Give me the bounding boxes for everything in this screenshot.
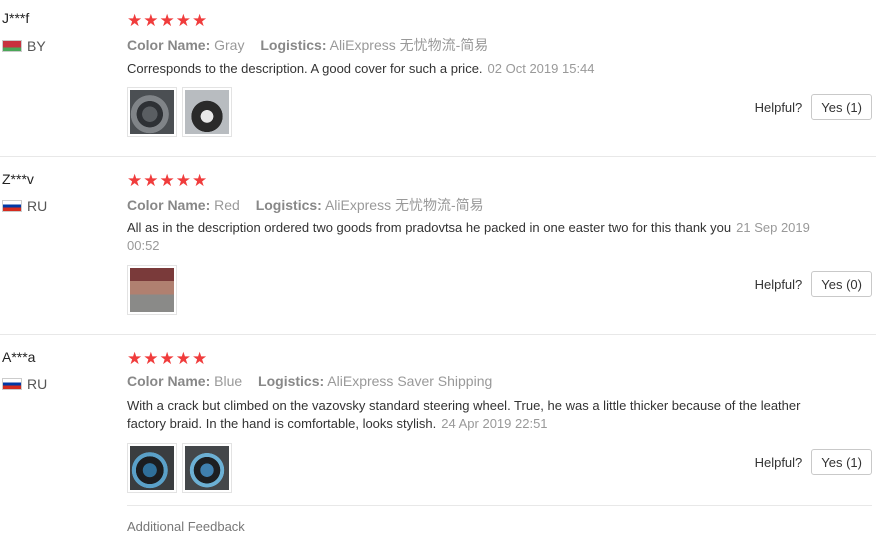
- logistics-label: Logistics:: [255, 197, 322, 213]
- review-photos: [127, 265, 177, 315]
- russia-flag-icon: [2, 200, 22, 212]
- belarus-flag-icon: [2, 40, 22, 52]
- reviewer-country: BY: [2, 38, 46, 54]
- logistics-value: AliExpress Saver Shipping: [327, 373, 493, 389]
- review-item: A***a RU ★★★★★ Color Name: Blue Logistic…: [0, 335, 876, 550]
- reviewer-name: A***a: [2, 349, 36, 365]
- helpful-section: Helpful? Yes (1): [755, 94, 872, 120]
- review-photo-thumbnail[interactable]: [127, 265, 177, 315]
- country-code: RU: [27, 198, 48, 214]
- review-item: J***f BY ★★★★★ Color Name: Gray Logistic…: [0, 0, 876, 157]
- logistics-value: AliExpress 无忧物流-简易: [329, 37, 489, 53]
- review-meta: Color Name: Blue Logistics: AliExpress S…: [127, 373, 504, 389]
- review-body: Corresponds to the description. A good c…: [127, 61, 483, 76]
- review-photo-thumbnail[interactable]: [182, 443, 232, 493]
- review-photos: [127, 87, 232, 137]
- steering-wheel-photo: [130, 446, 174, 490]
- helpful-yes-button[interactable]: Yes (1): [811, 94, 872, 120]
- star-rating: ★★★★★: [127, 171, 209, 190]
- reviewer-name: J***f: [2, 10, 30, 26]
- helpful-section: Helpful? Yes (0): [755, 271, 872, 297]
- additional-feedback-divider: [127, 505, 872, 506]
- logistics-label: Logistics:: [258, 373, 325, 389]
- helpful-section: Helpful? Yes (1): [755, 449, 872, 475]
- country-code: BY: [27, 38, 46, 54]
- review-date: 24 Apr 2019 22:51: [441, 416, 548, 431]
- star-rating: ★★★★★: [127, 11, 209, 30]
- review-meta: Color Name: Gray Logistics: AliExpress 无…: [127, 35, 500, 55]
- review-photo-thumbnail[interactable]: [182, 87, 232, 137]
- review-date: 02 Oct 2019 15:44: [487, 61, 595, 76]
- color-name-value: Red: [214, 197, 240, 213]
- country-code: RU: [27, 376, 48, 392]
- review-photo-thumbnail[interactable]: [127, 443, 177, 493]
- helpful-yes-button[interactable]: Yes (1): [811, 449, 872, 475]
- helpful-label: Helpful?: [754, 99, 803, 115]
- logistics-label: Logistics:: [260, 37, 327, 53]
- reviewer-country: RU: [2, 376, 47, 392]
- star-rating: ★★★★★: [127, 349, 209, 368]
- steering-wheel-photo: [130, 268, 174, 312]
- steering-wheel-photo: [130, 90, 174, 134]
- color-name-label: Color Name:: [127, 37, 211, 53]
- helpful-label: Helpful?: [754, 454, 803, 470]
- reviewer-country: RU: [2, 198, 47, 214]
- steering-wheel-photo: [185, 90, 229, 134]
- color-name-value: Blue: [214, 373, 243, 389]
- review-body: All as in the description ordered two go…: [127, 220, 732, 235]
- russia-flag-icon: [2, 378, 22, 390]
- review-photo-thumbnail[interactable]: [127, 87, 177, 137]
- color-name-label: Color Name:: [127, 373, 211, 389]
- review-item: Z***v RU ★★★★★ Color Name: Red Logistics…: [0, 157, 876, 335]
- review-photos: [127, 443, 232, 493]
- review-text: All as in the description ordered two go…: [127, 219, 827, 255]
- color-name-value: Gray: [214, 37, 245, 53]
- review-meta: Color Name: Red Logistics: AliExpress 无忧…: [127, 195, 496, 215]
- reviewer-name: Z***v: [2, 171, 34, 187]
- review-text: With a crack but climbed on the vazovsky…: [127, 397, 827, 433]
- logistics-value: AliExpress 无忧物流-简易: [324, 197, 484, 213]
- helpful-label: Helpful?: [754, 276, 803, 292]
- review-text: Corresponds to the description. A good c…: [127, 60, 827, 78]
- helpful-yes-button[interactable]: Yes (0): [811, 271, 872, 297]
- color-name-label: Color Name:: [127, 197, 211, 213]
- steering-wheel-photo: [185, 446, 229, 490]
- additional-feedback-label: Additional Feedback: [127, 519, 245, 534]
